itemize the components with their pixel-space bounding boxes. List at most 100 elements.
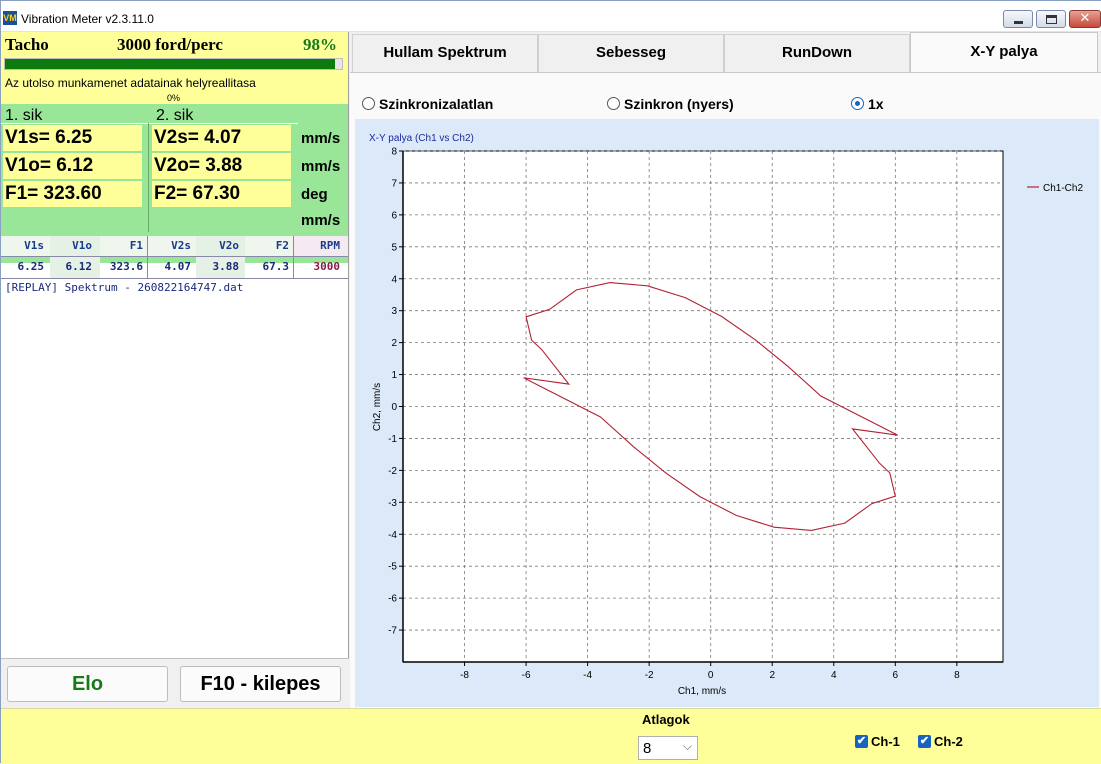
plane-divider: [148, 123, 149, 232]
radio-label: 1x: [868, 96, 884, 112]
table-cell: 67.3: [262, 260, 290, 273]
table-cell: 3000: [313, 260, 341, 273]
y-tick-label: 4: [391, 274, 397, 285]
table-header-v1o: V1o: [72, 239, 92, 252]
action-bar: Elo F10 - kilepes: [1, 658, 349, 708]
radio-label: Szinkronizalatlan: [379, 96, 494, 112]
y-tick-label: 8: [391, 147, 397, 158]
tacho-label: Tacho: [5, 35, 49, 54]
elo-button[interactable]: Elo: [7, 666, 168, 702]
y-tick-label: -1: [388, 434, 397, 445]
checkbox-checked-icon: ✔: [918, 735, 931, 748]
chevron-down-icon: ⌵: [683, 739, 693, 753]
table-cell: 323.6: [109, 260, 143, 273]
minimize-icon: [1014, 21, 1023, 24]
right-panel: Hullam Spektrum Sebesseg RunDown X-Y pal…: [350, 32, 1101, 708]
status-percent: 0%: [167, 93, 181, 103]
xy-chart-svg: X-Y palya (Ch1 vs Ch2) -8 -6 -4 -2 0 2 4 6 8 -7 -6…: [369, 133, 1083, 697]
log-line: [REPLAY] Spektrum - 260822164747.dat: [5, 281, 244, 294]
tacho-value: 3000 ford/perc: [117, 35, 223, 54]
radio-on-icon: [851, 97, 864, 110]
unit-label: deg: [301, 186, 328, 203]
f1-value: F1= 323.60: [3, 181, 142, 207]
radio-off-icon: [607, 97, 620, 110]
y-tick-label: 5: [391, 242, 397, 253]
x-tick-label: 8: [954, 670, 960, 681]
table-cell: 6.25: [17, 260, 45, 273]
tab-rundown[interactable]: RunDown: [724, 34, 910, 72]
radio-off-icon: [362, 97, 375, 110]
table-cell: 4.07: [164, 260, 192, 273]
y-tick-label: 3: [391, 306, 397, 317]
averages-select[interactable]: 8 ⌵: [638, 736, 698, 760]
y-tick-label: 1: [391, 370, 397, 381]
exit-button[interactable]: F10 - kilepes: [180, 666, 341, 702]
y-tick-label: -2: [388, 466, 397, 477]
y-tick-label: -7: [388, 626, 397, 637]
xy-tab-content: Szinkronizalatlan Szinkron (nyers) 1x X-…: [350, 72, 1101, 708]
unit-label: mm/s: [301, 130, 341, 147]
table-header-v2s: V2s: [171, 239, 191, 252]
tacho-progress-bar: [4, 58, 343, 70]
tacho-progress-fill: [5, 59, 336, 69]
tab-xy-palya[interactable]: X-Y palya: [910, 32, 1098, 73]
title-bar[interactable]: VM Vibration Meter v2.3.11.0 ✕: [1, 1, 1101, 32]
x-tick-label: -8: [460, 670, 469, 681]
status-text: Az utolso munkamenet adatainak helyreall…: [5, 76, 256, 90]
tacho-percent: 98%: [303, 35, 337, 54]
f2-value: F2= 67.30: [152, 181, 291, 207]
checkbox-checked-icon: ✔: [855, 735, 868, 748]
table-header-f1: F1: [129, 239, 143, 252]
tab-sebesseg[interactable]: Sebesseg: [538, 34, 724, 72]
plane-header-divider: [1, 123, 298, 124]
table-cell: 6.12: [65, 260, 93, 273]
unit-label: mm/s: [301, 212, 341, 229]
x-tick-label: 6: [893, 670, 899, 681]
legend-entry: Ch1-Ch2: [1043, 183, 1083, 194]
close-button[interactable]: ✕: [1069, 10, 1101, 28]
tab-bar: Hullam Spektrum Sebesseg RunDown X-Y pal…: [350, 32, 1101, 73]
maximize-button[interactable]: [1036, 10, 1066, 28]
x-tick-label: 4: [831, 670, 837, 681]
table-bottom-border: [1, 278, 348, 279]
summary-table: V1s V1o F1 V2s V2o F2 RPM 6.25 6.12 323.…: [1, 236, 348, 279]
table-header-v2o: V2o: [219, 239, 239, 252]
table-cell: 3.88: [212, 260, 240, 273]
maximize-icon: [1046, 15, 1057, 24]
y-tick-label: -5: [388, 562, 397, 573]
left-panel: Tacho 3000 ford/perc 98% Az utolso munka…: [1, 32, 349, 708]
tab-hullam-spektrum[interactable]: Hullam Spektrum: [352, 34, 538, 72]
minimize-button[interactable]: [1003, 10, 1033, 28]
radio-label: Szinkron (nyers): [624, 96, 734, 112]
v1o-value: V1o= 6.12: [3, 153, 142, 179]
y-axis-label: Ch2, mm/s: [372, 383, 383, 431]
chart-title: X-Y palya (Ch1 vs Ch2): [369, 133, 474, 144]
table-header-v1s: V1s: [24, 239, 44, 252]
close-icon: ✕: [1079, 11, 1091, 26]
y-tick-label: 0: [391, 402, 397, 413]
v2o-value: V2o= 3.88: [152, 153, 291, 179]
y-tick-label: -4: [388, 530, 397, 541]
table-header-f2: F2: [275, 239, 289, 252]
table-header-rpm: RPM: [320, 239, 340, 252]
app-window: VM Vibration Meter v2.3.11.0 ✕ Tacho 300…: [0, 0, 1101, 764]
checkbox-label: Ch-1: [871, 734, 900, 749]
x-axis-label: Ch1, mm/s: [678, 686, 726, 697]
unit-label: mm/s: [301, 158, 341, 175]
v2s-value: V2s= 4.07: [152, 125, 291, 151]
x-tick-label: -4: [583, 670, 592, 681]
checkbox-label: Ch-2: [934, 734, 963, 749]
x-tick-label: -2: [645, 670, 654, 681]
x-tick-label: 2: [769, 670, 775, 681]
y-tick-label: 6: [391, 210, 397, 221]
averages-label: Atlagok: [642, 712, 690, 727]
averages-value: 8: [643, 740, 652, 757]
y-tick-label: 7: [391, 178, 397, 189]
bottom-bar: Atlagok 8 ⌵ ✔ Ch-1 ✔ Ch-2: [1, 708, 1101, 764]
window-title: Vibration Meter v2.3.11.0: [21, 12, 154, 26]
x-tick-label: -6: [522, 670, 531, 681]
v1s-value: V1s= 6.25: [3, 125, 142, 151]
app-logo-icon: VM: [3, 11, 17, 25]
x-tick-label: 0: [708, 670, 714, 681]
y-tick-label: 2: [391, 338, 397, 349]
